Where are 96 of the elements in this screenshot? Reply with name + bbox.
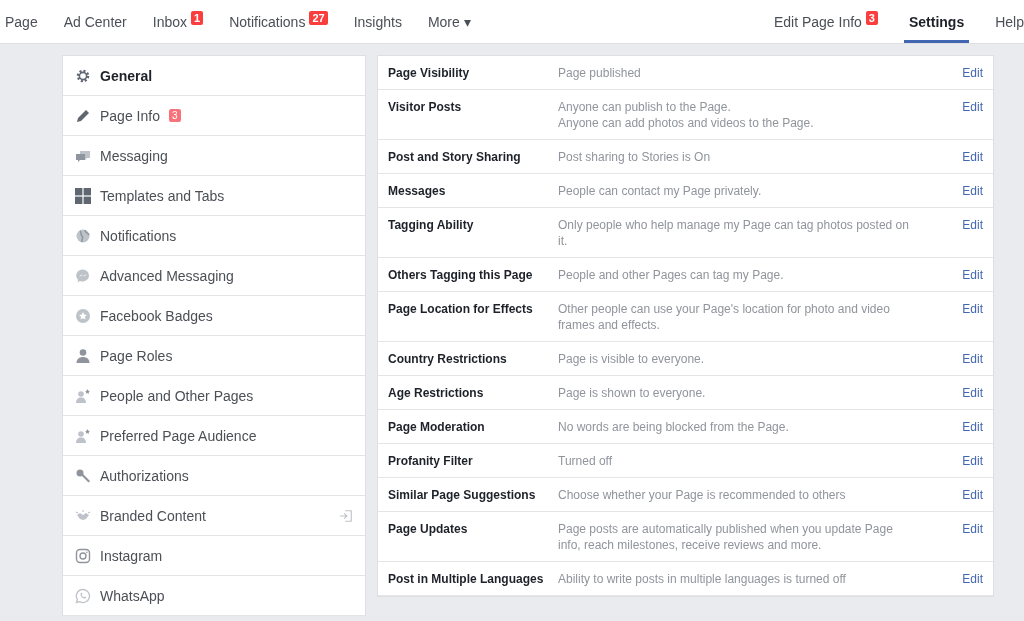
- gear-icon: [75, 67, 91, 84]
- sidebar-item[interactable]: Page Info 3: [63, 96, 365, 136]
- person-star-icon: [75, 387, 91, 404]
- edit-link[interactable]: Edit: [962, 99, 983, 131]
- setting-name: Page Visibility: [388, 65, 471, 81]
- edit-link[interactable]: Edit: [962, 521, 983, 553]
- setting-name: Tagging Ability: [388, 217, 475, 234]
- camera-icon: [75, 547, 91, 564]
- nav-tab[interactable]: Edit Page Info 3: [773, 0, 878, 43]
- sidebar-item[interactable]: People and Other Pages: [63, 376, 365, 416]
- sidebar-label: Messaging: [100, 147, 168, 164]
- sidebar-item[interactable]: General: [63, 56, 365, 96]
- nav-tab[interactable]: Notifications 27: [229, 0, 328, 43]
- setting-name: Others Tagging this Page: [388, 267, 534, 283]
- sidebar-item[interactable]: Authorizations: [63, 456, 365, 496]
- sidebar-item[interactable]: Facebook Badges: [63, 296, 365, 336]
- sidebar-label: WhatsApp: [100, 587, 165, 604]
- edit-link[interactable]: Edit: [962, 65, 983, 81]
- setting-value: No words are being blocked from the Page.: [558, 419, 790, 435]
- setting-value: Anyone can publish to the Page.: [558, 99, 732, 115]
- setting-value: Ability to write posts in multiple languages is turned off: [558, 571, 847, 587]
- setting-name: Messages: [388, 183, 447, 199]
- edit-link[interactable]: Edit: [962, 419, 983, 435]
- sidebar-item[interactable]: Notifications: [63, 216, 365, 256]
- setting-name: Page Moderation: [388, 419, 486, 435]
- nav-tab[interactable]: Page: [5, 0, 38, 43]
- sidebar-item[interactable]: Preferred Page Audience: [63, 416, 365, 456]
- setting-name: Country Restrictions: [388, 351, 508, 367]
- sidebar-item[interactable]: Templates and Tabs: [63, 176, 365, 216]
- sidebar-item[interactable]: WhatsApp: [63, 576, 365, 616]
- edit-link[interactable]: Edit: [962, 453, 983, 469]
- count-badge: 1: [191, 10, 204, 25]
- edit-link[interactable]: Edit: [962, 301, 983, 333]
- pencil-icon: [75, 107, 91, 124]
- count-badge: 3: [865, 10, 878, 25]
- sidebar-label: Facebook Badges: [100, 307, 213, 324]
- person-icon: [75, 347, 91, 364]
- wrench-icon: [75, 467, 91, 484]
- setting-name: Similar Page Suggestions: [388, 487, 537, 503]
- sidebar-label: Page Info: [100, 107, 160, 124]
- edit-link[interactable]: Edit: [962, 385, 983, 401]
- setting-name: Age Restrictions: [388, 385, 485, 401]
- nav-tab[interactable]: Ad Center: [63, 0, 127, 43]
- sidebar-label: Branded Content: [100, 507, 206, 524]
- setting-name: Page Updates: [388, 521, 469, 538]
- sidebar-label: Page Roles: [100, 347, 173, 364]
- nav-tab[interactable]: Inbox 1: [152, 0, 204, 43]
- setting-value: Page is shown to everyone.: [558, 385, 707, 401]
- star-badge-icon: [75, 307, 91, 324]
- edit-link[interactable]: Edit: [962, 267, 983, 283]
- setting-value: Post sharing to Stories is On: [558, 149, 712, 165]
- setting-name: Post in Multiple Languages: [388, 571, 545, 587]
- count-badge: 27: [309, 10, 328, 25]
- chat-bubble-icon: [75, 267, 91, 284]
- setting-value: Page published: [558, 65, 642, 81]
- nav-tab[interactable]: More ▾: [427, 0, 471, 43]
- nav-tab[interactable]: Insights: [353, 0, 402, 43]
- edit-link[interactable]: Edit: [962, 183, 983, 199]
- setting-name: Profanity Filter: [388, 453, 474, 469]
- sidebar-label: Templates and Tabs: [100, 187, 225, 204]
- phone-icon: [75, 587, 91, 604]
- grid-icon: [75, 187, 91, 204]
- setting-name: Page Location for Effects: [388, 301, 534, 318]
- sidebar-item[interactable]: Messaging: [63, 136, 365, 176]
- sidebar-label: Preferred Page Audience: [100, 427, 257, 444]
- sidebar-label: Notifications: [100, 227, 177, 244]
- setting-value: Choose whether your Page is recommended to others: [558, 487, 847, 503]
- setting-name: Post and Story Sharing: [388, 149, 522, 165]
- sidebar-item[interactable]: Page Roles: [63, 336, 365, 376]
- edit-link[interactable]: Edit: [962, 571, 983, 587]
- sidebar-label: Advanced Messaging: [100, 267, 234, 284]
- setting-value: Anyone can add photos and videos to the Page.: [558, 115, 815, 131]
- setting-value: Turned off: [558, 453, 614, 469]
- edit-link[interactable]: Edit: [962, 487, 983, 503]
- globe-icon: [75, 227, 91, 244]
- setting-value: Only people who help manage my Page can tag photos posted on it.: [558, 217, 910, 249]
- setting-name: Visitor Posts: [388, 99, 463, 116]
- sidebar-label: Instagram: [100, 547, 163, 564]
- setting-value: People can contact my Page privately.: [558, 183, 763, 199]
- edit-link[interactable]: Edit: [962, 149, 983, 165]
- sidebar-label: General: [100, 67, 153, 84]
- nav-tab[interactable]: Settings: [903, 0, 970, 43]
- sidebar-label: People and Other Pages: [100, 387, 254, 404]
- setting-value: People and other Pages can tag my Page.: [558, 267, 785, 283]
- sidebar-item[interactable]: Advanced Messaging: [63, 256, 365, 296]
- setting-value: Page is visible to everyone.: [558, 351, 706, 367]
- setting-value: Page posts are automatically published when you update Page info, reach milestones, receive reviews and more.: [558, 521, 894, 553]
- sidebar-label: Authorizations: [100, 467, 189, 484]
- nav-tab[interactable]: Help: [995, 0, 1024, 43]
- edit-link[interactable]: Edit: [962, 217, 983, 249]
- setting-value: Other people can use your Page's location for photo and video frames and effects.: [558, 301, 891, 333]
- count-badge: 3: [168, 109, 181, 122]
- sidebar-item[interactable]: Branded Content: [63, 496, 365, 536]
- edit-link[interactable]: Edit: [962, 351, 983, 367]
- sidebar-item[interactable]: Instagram: [63, 536, 365, 576]
- person-star-icon: [75, 427, 91, 444]
